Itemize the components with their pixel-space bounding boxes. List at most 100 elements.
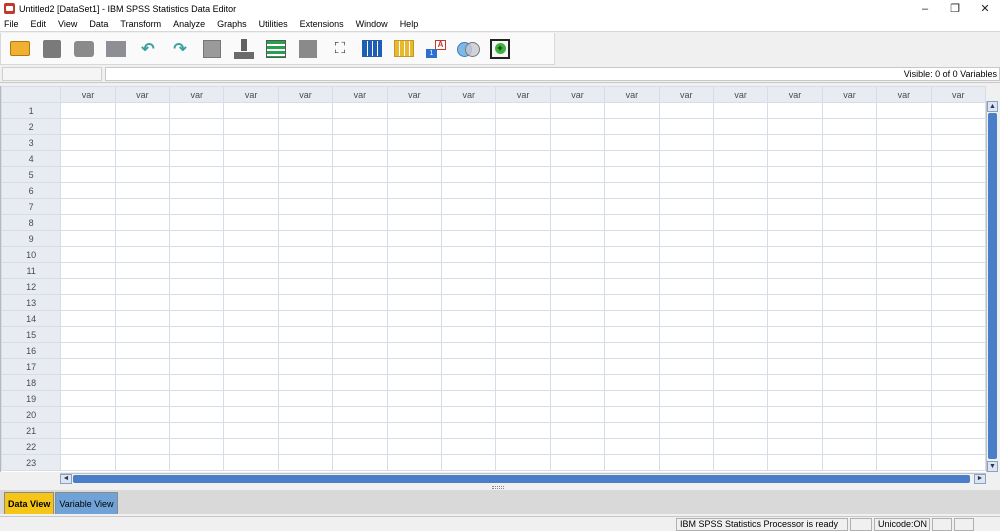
row-header[interactable]: 21 [1,422,62,439]
vertical-scrollbar[interactable]: ▲ ▼ [986,101,998,472]
data-cell[interactable] [549,102,606,119]
data-cell[interactable] [549,134,606,151]
data-cell[interactable] [441,422,497,439]
data-cell[interactable] [495,294,551,311]
cell-content-editor[interactable] [105,67,1000,81]
data-cell[interactable] [386,134,443,151]
data-cell[interactable] [658,102,714,119]
column-header[interactable]: var [767,86,823,103]
data-cell[interactable] [876,406,932,423]
data-cell[interactable] [767,422,823,439]
row-header[interactable]: 23 [1,454,62,471]
row-header[interactable]: 5 [1,166,62,183]
data-cell[interactable] [549,278,606,295]
column-header[interactable]: var [495,86,551,103]
data-cell[interactable] [495,166,551,183]
data-cell[interactable] [604,134,660,151]
row-header[interactable]: 22 [1,438,62,455]
data-cell[interactable] [930,246,986,263]
data-cell[interactable] [930,278,986,295]
data-cell[interactable] [386,230,443,247]
data-cell[interactable] [332,438,388,455]
data-cell[interactable] [821,358,878,375]
data-cell[interactable] [60,150,116,167]
data-cell[interactable] [658,230,714,247]
data-cell[interactable] [495,342,551,359]
data-cell[interactable] [876,278,932,295]
column-header[interactable]: var [441,86,497,103]
data-cell[interactable] [821,310,878,327]
row-header[interactable]: 18 [1,374,62,391]
data-cell[interactable] [441,230,497,247]
column-header[interactable]: var [386,86,443,103]
data-cell[interactable] [658,342,714,359]
data-cell[interactable] [441,246,497,263]
data-cell[interactable] [332,310,388,327]
menu-graphs[interactable]: Graphs [211,17,253,32]
data-cell[interactable] [169,246,225,263]
data-cell[interactable] [60,118,116,135]
data-cell[interactable] [277,438,334,455]
menu-window[interactable]: Window [350,17,394,32]
row-header[interactable]: 7 [1,198,62,215]
data-cell[interactable] [332,326,388,343]
menu-utilities[interactable]: Utilities [253,17,294,32]
row-header[interactable]: 17 [1,358,62,375]
data-cell[interactable] [495,230,551,247]
row-header[interactable]: 15 [1,326,62,343]
data-cell[interactable] [930,182,986,199]
column-header[interactable]: var [114,86,171,103]
data-cell[interactable] [386,246,443,263]
data-cell[interactable] [169,422,225,439]
data-cell[interactable] [495,358,551,375]
row-header[interactable]: 14 [1,310,62,327]
data-cell[interactable] [114,246,171,263]
scroll-left-icon[interactable]: ◄ [60,474,72,484]
data-cell[interactable] [495,406,551,423]
data-cell[interactable] [712,326,769,343]
data-cell[interactable] [549,166,606,183]
data-cell[interactable] [223,230,279,247]
data-cell[interactable] [658,374,714,391]
data-cell[interactable] [386,310,443,327]
data-cell[interactable] [821,454,878,471]
data-cell[interactable] [169,374,225,391]
extension-button[interactable]: + [489,38,511,60]
data-cell[interactable] [277,358,334,375]
data-cell[interactable] [658,390,714,407]
data-cell[interactable] [712,422,769,439]
find-button[interactable]: ⛶ [329,38,351,60]
data-cell[interactable] [658,278,714,295]
data-cell[interactable] [495,390,551,407]
row-header[interactable]: 13 [1,294,62,311]
data-cell[interactable] [332,358,388,375]
data-cell[interactable] [332,230,388,247]
data-cell[interactable] [712,182,769,199]
data-cell[interactable] [114,294,171,311]
column-header[interactable]: var [169,86,225,103]
data-cell[interactable] [114,150,171,167]
data-cell[interactable] [277,214,334,231]
data-cell[interactable] [495,102,551,119]
data-cell[interactable] [604,246,660,263]
data-cell[interactable] [332,214,388,231]
data-cell[interactable] [821,294,878,311]
data-cell[interactable] [223,246,279,263]
vertical-scroll-thumb[interactable] [988,113,997,459]
data-cell[interactable] [114,198,171,215]
data-cell[interactable] [386,358,443,375]
data-cell[interactable] [604,422,660,439]
data-cell[interactable] [821,246,878,263]
menu-transform[interactable]: Transform [114,17,167,32]
data-cell[interactable] [60,246,116,263]
data-cell[interactable] [169,390,225,407]
column-header[interactable]: var [277,86,334,103]
data-cell[interactable] [604,262,660,279]
data-cell[interactable] [821,342,878,359]
data-cell[interactable] [169,182,225,199]
data-cell[interactable] [114,166,171,183]
data-cell[interactable] [60,182,116,199]
data-cell[interactable] [767,246,823,263]
data-cell[interactable] [712,198,769,215]
menu-extensions[interactable]: Extensions [294,17,350,32]
